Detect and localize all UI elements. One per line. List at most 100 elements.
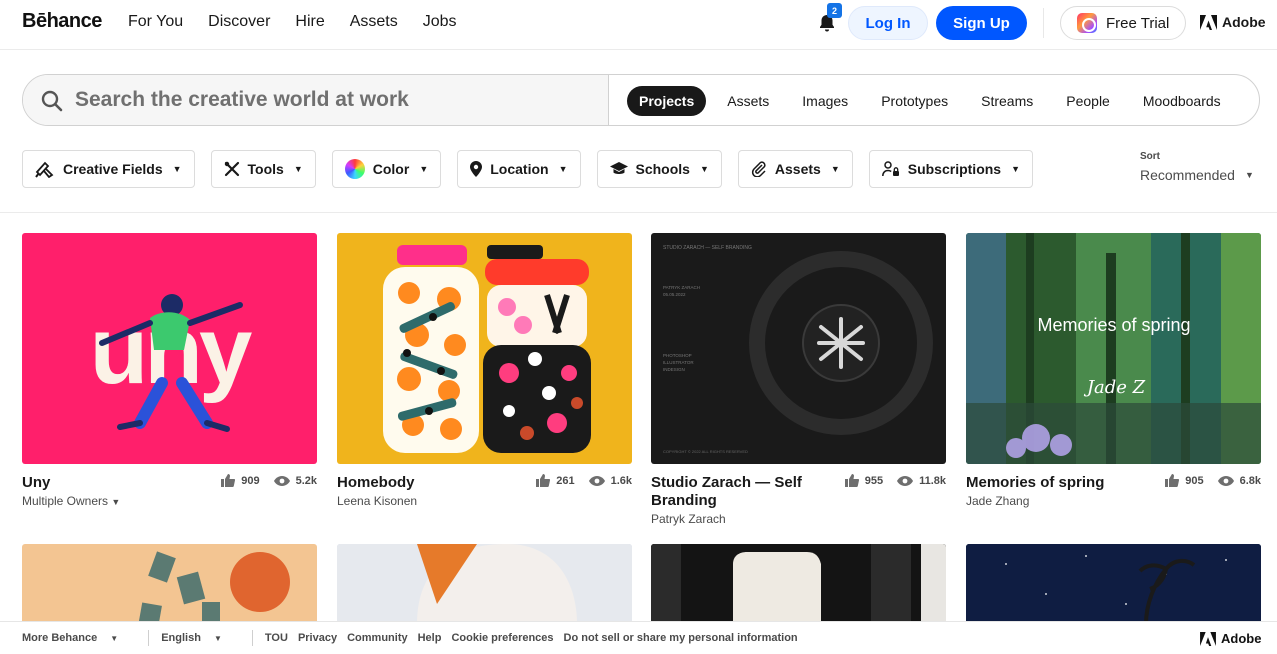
chevron-down-icon: ▼ [1244, 170, 1254, 180]
user-lock-icon [881, 161, 899, 177]
creative-cloud-icon [1077, 13, 1097, 33]
like-count: 905 [1185, 474, 1204, 487]
project-owner[interactable]: Leena Kisonen [337, 494, 632, 508]
search-icon [41, 90, 63, 112]
filter-color[interactable]: Color ▼ [331, 150, 442, 188]
project-artwork [966, 544, 1261, 624]
filter-assets[interactable]: Assets ▼ [737, 150, 853, 188]
footer-divider [251, 630, 253, 646]
filter-schools[interactable]: Schools ▼ [596, 150, 722, 188]
tab-projects[interactable]: Projects [627, 86, 707, 116]
chevron-down-icon: ▼ [110, 634, 119, 643]
project-info: Studio Zarach — Self Branding Patryk Zar… [651, 474, 946, 526]
footer-link-do-not-sell[interactable]: Do not sell or share my personal informa… [564, 632, 798, 644]
project-stats: 909 5.2k [221, 474, 317, 487]
filter-label: Schools [635, 161, 690, 177]
tools-icon [224, 161, 239, 177]
footer-divider [148, 630, 150, 646]
project-owner[interactable]: Multiple Owners ▼ [22, 494, 317, 508]
studio-tool-text: ILLUSTRATOR [663, 360, 694, 365]
memories-of-spring-artwork: Memories of spring Jade Z [966, 233, 1261, 464]
filter-label: Location [490, 161, 549, 177]
project-thumbnail[interactable]: Memories of spring Jade Z [966, 233, 1261, 464]
eye-icon [897, 475, 914, 486]
adobe-link[interactable]: Adobe [1200, 14, 1266, 30]
paperclip-icon [751, 161, 766, 177]
nav-link-hire[interactable]: Hire [295, 13, 324, 31]
signup-button[interactable]: Sign Up [936, 6, 1027, 40]
project-title[interactable]: Memories of spring [966, 474, 1146, 492]
project-stats: 905 6.8k [1165, 474, 1261, 487]
nav-link-for-you[interactable]: For You [128, 13, 183, 31]
chevron-down-icon: ▼ [172, 164, 182, 174]
project-thumbnail[interactable]: uny [22, 233, 317, 464]
filter-label: Color [372, 161, 410, 177]
studio-header-text: STUDIO ZARACH — SELF BRANDING [663, 245, 752, 251]
project-card[interactable]: Homebody Leena Kisonen 261 1.6k [337, 233, 632, 508]
project-thumbnail[interactable] [22, 544, 317, 624]
studio-copyright-text: COPYRIGHT © 2022 ALL RIGHTS RESERVED [663, 449, 748, 454]
tab-streams[interactable]: Streams [969, 86, 1045, 116]
studio-zarach-artwork: STUDIO ZARACH — SELF BRANDING PATRYK ZAR… [663, 245, 933, 454]
footer-more-label: More Behance [22, 632, 98, 644]
tab-prototypes[interactable]: Prototypes [869, 86, 960, 116]
filter-subscriptions[interactable]: Subscriptions ▼ [868, 150, 1034, 188]
studio-author-text: PATRYK ZARACH [663, 285, 700, 290]
footer-link-cookie-preferences[interactable]: Cookie preferences [451, 632, 553, 644]
filter-tools[interactable]: Tools ▼ [210, 150, 316, 188]
free-trial-button[interactable]: Free Trial [1060, 6, 1186, 40]
project-owner[interactable]: Jade Zhang [966, 494, 1261, 508]
footer-language-select[interactable]: English ▼ [161, 632, 232, 644]
footer-link-tou[interactable]: TOU [265, 632, 288, 644]
nav-link-assets[interactable]: Assets [350, 13, 398, 31]
sort-dropdown[interactable]: Sort Recommended ▼ [1140, 151, 1254, 183]
filter-divider [0, 212, 1277, 213]
login-button[interactable]: Log In [848, 6, 928, 40]
filter-location[interactable]: Location ▼ [457, 150, 581, 188]
chevron-down-icon: ▼ [699, 164, 709, 174]
project-thumbnail[interactable]: STUDIO ZARACH — SELF BRANDING PATRYK ZAR… [651, 233, 946, 464]
behance-logo[interactable]: Bēhance [22, 10, 102, 33]
tab-people[interactable]: People [1054, 86, 1122, 116]
eye-icon [1217, 475, 1234, 486]
filter-bar: Creative Fields ▼ Tools ▼ Color ▼ Location ▼… [22, 150, 1049, 188]
project-card[interactable]: uny Uny Multiple Owners ▼ 909 5.2k [22, 233, 317, 508]
footer-link-privacy[interactable]: Privacy [298, 632, 337, 644]
studio-tool-text: PHOTOSHOP [663, 353, 692, 358]
search-input[interactable] [75, 85, 595, 115]
graduation-cap-icon [609, 162, 628, 174]
tab-moodboards[interactable]: Moodboards [1131, 86, 1233, 116]
top-navigation: Bēhance For You Discover Hire Assets Job… [0, 0, 1277, 50]
project-thumbnail[interactable] [337, 544, 632, 624]
project-info: Homebody Leena Kisonen 261 1.6k [337, 474, 632, 508]
project-owner[interactable]: Patryk Zarach [651, 512, 946, 526]
nav-link-discover[interactable]: Discover [208, 13, 270, 31]
filter-creative-fields[interactable]: Creative Fields ▼ [22, 150, 195, 188]
footer-language-label: English [161, 632, 201, 644]
project-thumbnail[interactable] [337, 233, 632, 464]
free-trial-label: Free Trial [1106, 14, 1170, 32]
project-card[interactable]: Memories of spring Jade Z Memories of sp… [966, 233, 1261, 508]
chevron-down-icon: ▼ [111, 497, 121, 507]
chevron-down-icon: ▼ [830, 164, 840, 174]
project-artwork [651, 544, 946, 624]
footer-link-community[interactable]: Community [347, 632, 408, 644]
tab-images[interactable]: Images [790, 86, 860, 116]
nav-link-jobs[interactable]: Jobs [423, 13, 457, 31]
view-count: 1.6k [610, 474, 632, 487]
project-thumbnail[interactable] [651, 544, 946, 624]
adobe-logo-icon [1200, 14, 1217, 30]
footer-link-help[interactable]: Help [418, 632, 442, 644]
project-title[interactable]: Homebody [337, 474, 517, 492]
footer-more-behance[interactable]: More Behance ▼ [22, 632, 128, 644]
filter-label: Assets [774, 161, 821, 177]
project-owner-name: Multiple Owners [22, 494, 109, 508]
project-card[interactable]: STUDIO ZARACH — SELF BRANDING PATRYK ZAR… [651, 233, 946, 526]
sort-value: Recommended ▼ [1140, 167, 1254, 183]
tab-assets[interactable]: Assets [715, 86, 781, 116]
footer-adobe-link[interactable]: Adobe [1200, 631, 1271, 646]
project-title[interactable]: Studio Zarach — Self Branding [651, 474, 831, 510]
project-thumbnail[interactable] [966, 544, 1261, 624]
project-title[interactable]: Uny [22, 474, 202, 492]
color-wheel-icon [344, 159, 365, 179]
